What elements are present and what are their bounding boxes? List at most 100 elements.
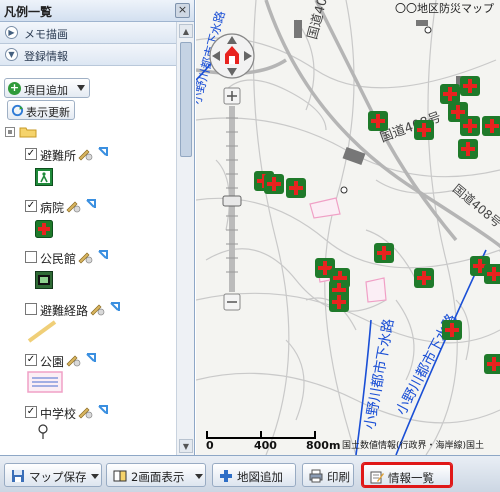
legend-panel: 凡例一覧 × ▶ メモ描画 ▼ 登録情報 ▲ ▼ + 項目追加 表示更新 ✓ 避… (0, 0, 195, 455)
road-label: 小野川都市下水路 (361, 317, 397, 430)
refresh-label: 表示更新 (26, 106, 70, 119)
link-arrow-icon[interactable] (109, 301, 121, 313)
dropdown-arrow-icon (91, 474, 99, 479)
bottom-toolbar: マップ保存 2画面表示 地図追加 印刷 情報一覧 (0, 455, 500, 492)
shelter-symbol-icon (35, 168, 53, 186)
add-map-button[interactable]: 地図追加 (212, 463, 296, 487)
layer-checkbox[interactable] (25, 251, 37, 263)
layer-checkbox[interactable]: ✓ (25, 148, 37, 160)
edit-pencil-icon[interactable] (77, 404, 93, 419)
edit-pencil-icon[interactable] (65, 352, 81, 367)
layer-name: 公園 (40, 355, 65, 369)
link-arrow-icon[interactable] (97, 249, 109, 261)
split-screen-label: 2画面表示 (131, 470, 185, 484)
layer-name: 病院 (40, 201, 65, 215)
add-item-label: 項目追加 (24, 84, 68, 97)
layer-hospital: ✓ 病院 (25, 198, 175, 250)
layer-junior-high-school: ✓ 中学校 (25, 404, 175, 455)
scale-bar: 0 400 800m (206, 431, 340, 453)
zoom-control[interactable] (222, 87, 242, 311)
refresh-icon (11, 104, 24, 117)
plus-circle-icon: + (8, 81, 21, 95)
info-list-label: 情報一覧 (388, 471, 434, 485)
legend-title: 凡例一覧 (4, 5, 53, 19)
floppy-disk-icon (12, 470, 24, 482)
layer-name: 公民館 (40, 252, 77, 266)
save-map-button[interactable]: マップ保存 (4, 463, 102, 487)
scroll-thumb[interactable] (180, 42, 192, 157)
layer-root[interactable] (5, 125, 165, 139)
school-pin-icon (38, 424, 48, 439)
hospital-marker[interactable] (414, 268, 434, 288)
refresh-display-button[interactable]: 表示更新 (7, 100, 75, 120)
link-arrow-icon[interactable] (97, 404, 109, 416)
hospital-symbol-icon (35, 220, 53, 238)
hospital-marker[interactable] (484, 264, 500, 284)
hospital-marker[interactable] (264, 174, 284, 194)
chevron-down-icon: ▼ (5, 48, 18, 61)
layer-name: 避難経路 (40, 304, 89, 318)
edit-pencil-icon[interactable] (65, 198, 81, 213)
map-view[interactable]: 〇〇地区防災マップ 小野川都市下水路 国道408号 国道408号 国道408号 … (196, 0, 500, 455)
save-map-label: マップ保存 (29, 470, 87, 484)
evacuation-route-line-icon (27, 320, 57, 343)
root-checkbox[interactable] (5, 127, 15, 137)
edit-pencil-icon[interactable] (77, 146, 93, 161)
add-map-label: 地図追加 (237, 470, 283, 484)
layer-park: ✓ 公園 (25, 352, 175, 404)
hospital-marker[interactable] (484, 354, 500, 374)
layer-checkbox[interactable]: ✓ (25, 406, 37, 418)
hospital-marker[interactable] (414, 120, 434, 140)
community-center-symbol-icon (35, 271, 53, 289)
hospital-marker[interactable] (482, 116, 500, 136)
info-list-button[interactable]: 情報一覧 (362, 463, 452, 487)
layer-checkbox[interactable]: ✓ (25, 200, 37, 212)
hospital-marker[interactable] (442, 320, 462, 340)
layer-evacuation-route: 避難経路 (25, 301, 175, 353)
scale-label: 800m (306, 439, 341, 452)
link-arrow-icon[interactable] (85, 198, 97, 210)
edit-pencil-icon[interactable] (89, 301, 105, 316)
hospital-markers[interactable] (254, 76, 500, 374)
hospital-marker[interactable] (460, 116, 480, 136)
section-registered-info[interactable]: ▼ 登録情報 (0, 44, 176, 66)
layer-checkbox[interactable]: ✓ (25, 354, 37, 366)
map-canvas[interactable]: 小野川都市下水路 小野川都市下水路 国道408号 国道408号 国道408号 小… (196, 0, 500, 455)
hospital-marker[interactable] (368, 111, 388, 131)
split-screen-icon (113, 470, 127, 482)
hospital-marker[interactable] (440, 84, 460, 104)
scroll-down-icon[interactable]: ▼ (179, 439, 193, 453)
print-button[interactable]: 印刷 (302, 463, 354, 487)
dropdown-arrow-icon (77, 85, 85, 91)
layer-community-center: 公民館 (25, 249, 175, 301)
link-arrow-icon[interactable] (97, 146, 109, 158)
add-item-button[interactable]: + 項目追加 (4, 78, 90, 98)
edit-pencil-icon[interactable] (77, 249, 93, 264)
section-memo-drawing[interactable]: ▶ メモ描画 (0, 22, 176, 44)
hospital-marker[interactable] (286, 178, 306, 198)
layer-shelter: ✓ 避難所 (25, 146, 175, 198)
park-area-icon (27, 371, 63, 393)
hospital-marker[interactable] (460, 76, 480, 96)
printer-icon (309, 469, 323, 483)
section-label: 登録情報 (24, 50, 68, 63)
folder-icon (19, 127, 37, 138)
split-screen-button[interactable]: 2画面表示 (106, 463, 206, 487)
section-label: メモ描画 (24, 28, 68, 41)
road-label: 国道408号 (450, 182, 500, 231)
layer-name: 中学校 (40, 407, 77, 421)
link-arrow-icon[interactable] (85, 352, 97, 364)
chevron-right-icon: ▶ (5, 26, 18, 39)
zoom-slider-thumb[interactable] (222, 195, 242, 207)
notepad-pencil-icon (370, 471, 384, 484)
layer-checkbox[interactable] (25, 303, 37, 315)
close-icon[interactable]: × (175, 3, 190, 18)
pan-control[interactable] (209, 33, 255, 79)
hospital-marker[interactable] (374, 243, 394, 263)
plus-icon (220, 470, 232, 482)
scroll-up-icon[interactable]: ▲ (179, 24, 193, 38)
hospital-marker[interactable] (458, 139, 478, 159)
hospital-marker[interactable] (329, 292, 349, 312)
scale-label: 0 (206, 439, 214, 452)
legend-scrollbar[interactable]: ▲ ▼ (176, 22, 194, 455)
